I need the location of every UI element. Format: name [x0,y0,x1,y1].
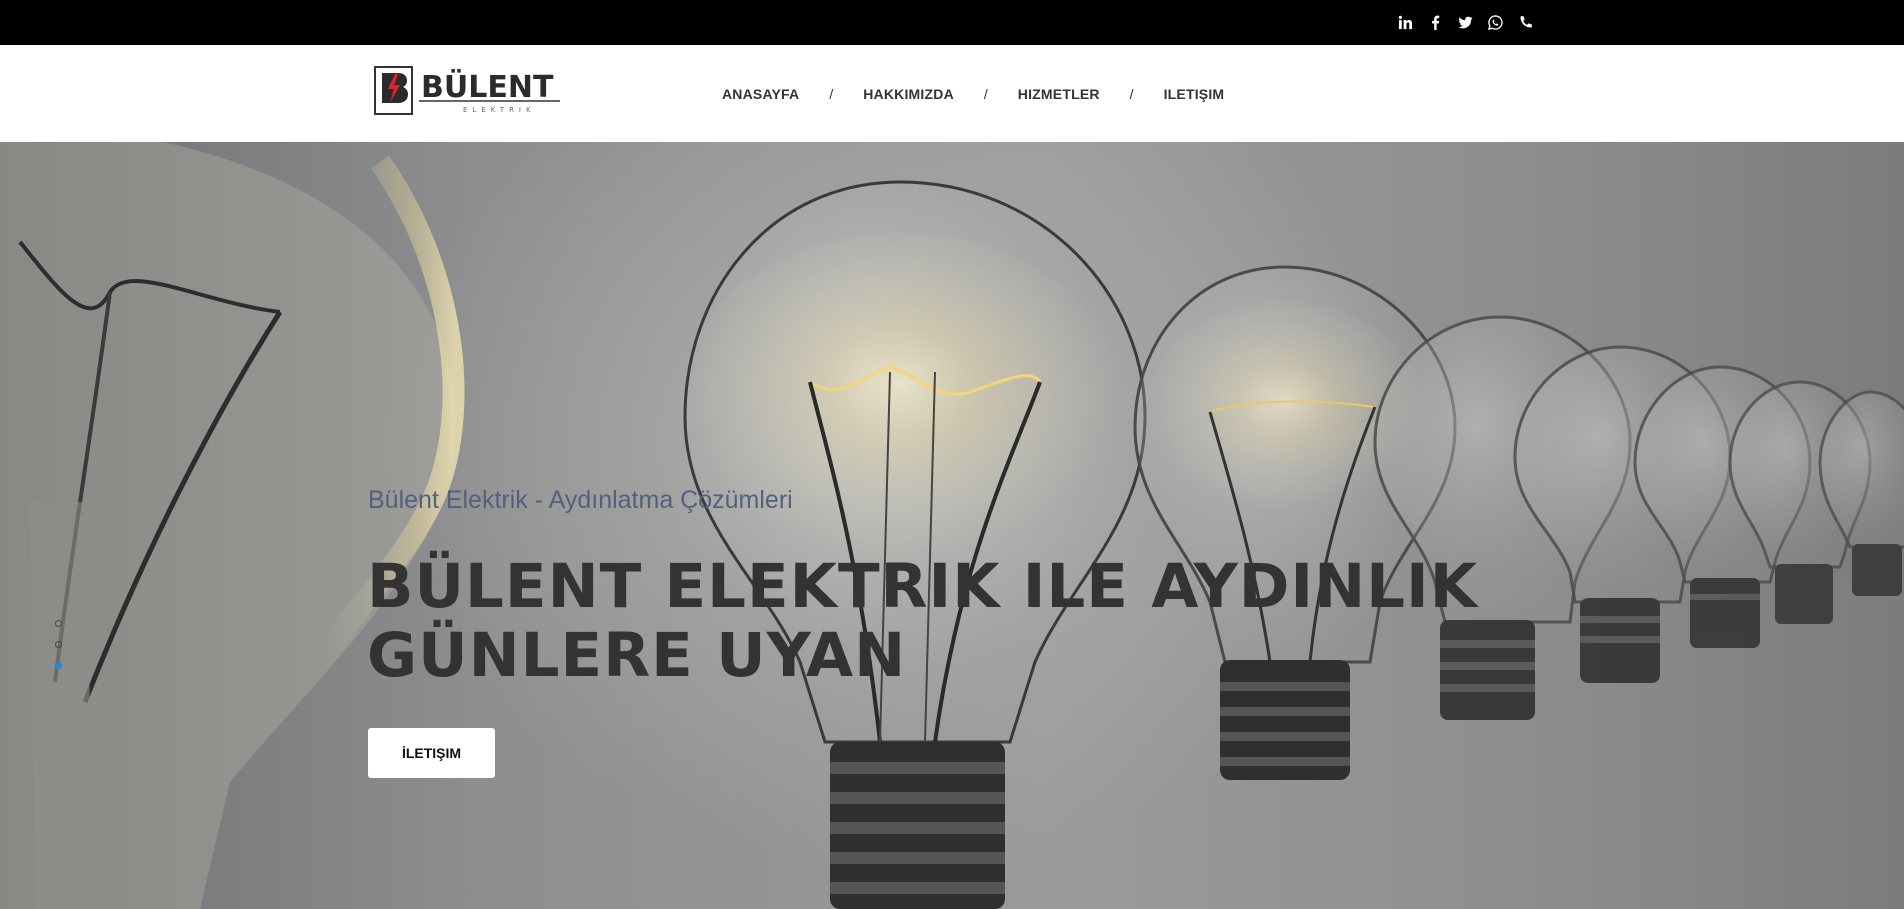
hero-kicker: Bülent Elektrik - Aydınlatma Çözümleri [368,486,793,514]
nav-item-iletisim[interactable]: ILETIŞIM [1164,86,1225,102]
slider-dot-2[interactable] [55,641,62,648]
nav-separator: / [1129,85,1134,102]
logo-text: BÜLENT [421,68,554,105]
social-links [1390,0,1540,45]
logo[interactable]: BÜLENT ELEKTRIK [373,64,563,118]
light-bulbs-background [0,142,1904,909]
nav-separator: / [829,85,834,102]
nav-item-hizmetler[interactable]: HIZMETLER [1018,86,1100,102]
slider-dot-1[interactable] [55,620,62,627]
whatsapp-icon[interactable] [1480,8,1510,38]
top-bar [0,0,1904,45]
slider-dot-3[interactable] [55,662,62,669]
twitter-icon[interactable] [1450,8,1480,38]
main-bulb-base [830,742,1005,909]
nav-separator: / [983,85,988,102]
facebook-icon[interactable] [1420,8,1450,38]
contact-button[interactable]: İLETIŞIM [368,728,495,778]
logo-subtext: ELEKTRIK [463,106,536,114]
main-nav: ANASAYFA / HAKKIMIZDA / HIZMETLER / ILET… [722,45,1224,142]
hero-title: BÜLENT ELEKTRIK ILE AYDINLIK GÜNLERE UYA… [367,551,1478,691]
phone-icon[interactable] [1510,8,1540,38]
nav-item-anasayfa[interactable]: ANASAYFA [722,86,799,102]
linkedin-icon[interactable] [1390,8,1420,38]
slider-dots [55,620,62,683]
hero-slider: Bülent Elektrik - Aydınlatma Çözümleri B… [0,142,1904,909]
nav-item-hakkimizda[interactable]: HAKKIMIZDA [863,86,954,102]
site-header: BÜLENT ELEKTRIK ANASAYFA / HAKKIMIZDA / … [0,45,1904,142]
